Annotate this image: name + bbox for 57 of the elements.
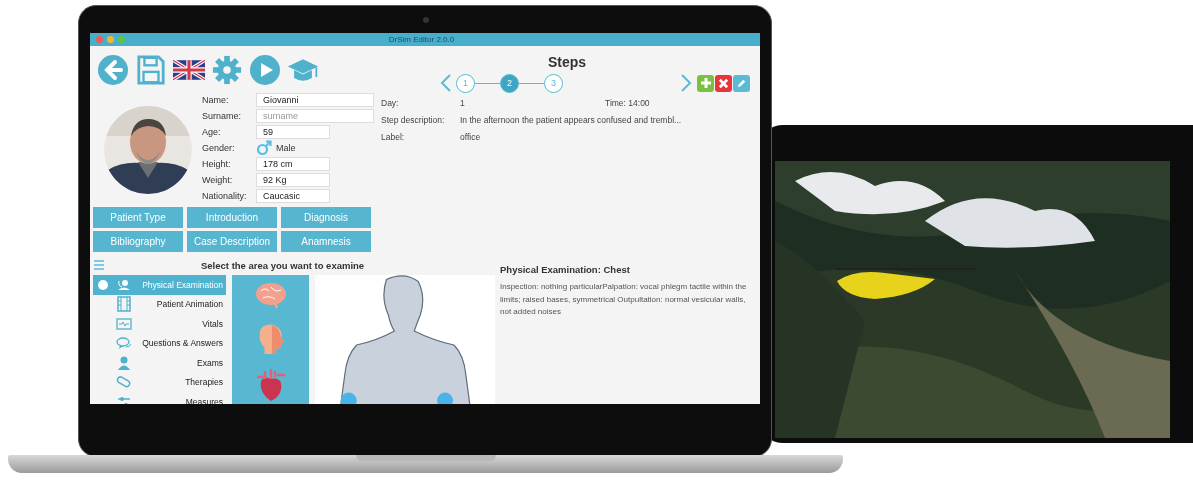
male-icon <box>256 140 272 156</box>
close-icon[interactable] <box>96 36 103 43</box>
radio-dot-icon <box>98 279 108 290</box>
menu-item[interactable]: Measures <box>93 392 226 404</box>
text-field[interactable]: Caucasic <box>256 189 330 203</box>
detail-label: Label: <box>381 131 406 142</box>
result-text: Inspection: nothing particularPalpation: vocal phlegm tactile within the limits; raised bases, symmetrical Outpultation: normal vesicular walls, not added noises <box>500 281 748 318</box>
close-icon <box>718 77 729 89</box>
menu-item[interactable]: Therapies <box>93 372 226 392</box>
film-icon <box>116 296 132 313</box>
text-field[interactable]: 178 cm <box>256 157 330 171</box>
detail-value: office <box>460 131 481 142</box>
field-label: Surname: <box>202 111 243 121</box>
add-button[interactable] <box>697 74 714 92</box>
next-icon[interactable] <box>680 73 692 93</box>
text-field[interactable]: Giovanni <box>256 93 374 107</box>
heart-icon[interactable] <box>254 369 287 403</box>
detail-label: Day: <box>381 97 400 108</box>
field-label: Gender: <box>202 143 236 153</box>
detail-value: In the afternoon the patient appears confused and trembl... <box>460 114 682 125</box>
result-title: Physical Examination: Chest <box>500 262 631 277</box>
previous-icon[interactable] <box>440 73 452 93</box>
camera-icon <box>423 17 429 23</box>
plus-icon <box>699 77 712 89</box>
menu-item[interactable]: Questions & Answers <box>93 333 226 353</box>
minimize-icon[interactable] <box>107 36 114 43</box>
field-label: Age: <box>202 127 222 137</box>
pencil-icon <box>736 77 747 89</box>
field-label: Nationality: <box>202 191 248 201</box>
detail-value: 1 <box>460 97 466 108</box>
brain-icon[interactable] <box>254 281 287 309</box>
detail-label: Step description: <box>381 114 446 125</box>
edit-button[interactable] <box>733 74 750 92</box>
save-icon[interactable] <box>135 54 167 86</box>
maximize-icon[interactable] <box>118 36 125 43</box>
settings-icon[interactable] <box>211 54 243 86</box>
field-label: Weight: <box>202 175 234 185</box>
text-field[interactable]: 59 <box>256 125 330 139</box>
delete-button[interactable] <box>715 74 732 92</box>
menu-item[interactable]: Exams <box>93 353 226 373</box>
doctor-icon <box>116 354 132 371</box>
steps-title: Steps <box>546 54 588 70</box>
detail-label: Time: <box>605 97 626 108</box>
back-icon[interactable] <box>97 54 129 86</box>
menu-item[interactable]: Vitals <box>93 314 226 334</box>
window-title: DrSim Editor 2.0.0 <box>388 35 456 44</box>
play-icon[interactable] <box>249 54 281 86</box>
monitor-icon <box>116 315 132 332</box>
menu-icon[interactable] <box>93 259 105 271</box>
gender-value: Male <box>276 143 296 153</box>
detail-value: 14:00 <box>628 97 650 108</box>
text-field[interactable]: 92 Kg <box>256 173 330 187</box>
field-label: Height: <box>202 159 232 169</box>
section-title: Select the area you want to examine <box>201 259 365 271</box>
menu-item[interactable]: Patient Animation <box>93 294 226 314</box>
speech-bubbles-icon <box>116 335 132 352</box>
field-label: Name: <box>202 95 230 105</box>
